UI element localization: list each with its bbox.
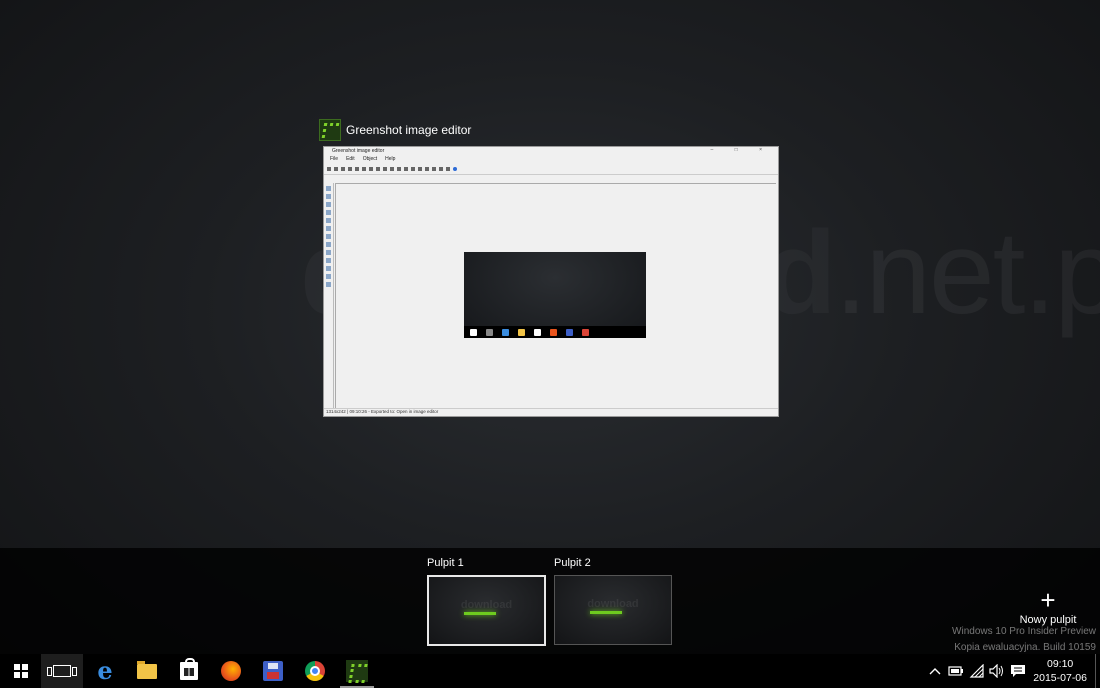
thumbnail-captured-screen — [464, 252, 646, 338]
thumbnail-window-controls: – □ × — [710, 147, 772, 153]
taskbar-chrome-button[interactable] — [294, 654, 336, 688]
desktop-preview-logo: download — [460, 599, 513, 611]
desktop-2-label: Pulpit 2 — [554, 557, 591, 569]
show-hidden-icons-button[interactable] — [926, 654, 944, 688]
show-desktop-button[interactable] — [1095, 654, 1100, 688]
desktop-2-preview[interactable]: download — [554, 575, 672, 645]
taskbar-edge-button[interactable]: e — [84, 654, 126, 688]
clock-time: 09:10 — [1047, 658, 1074, 670]
taskbar-greenshot-button[interactable] — [336, 654, 378, 688]
watermark-suffix: .net.pl — [834, 207, 1100, 339]
desktop-preview-logo: download — [587, 598, 639, 610]
action-center-icon — [1011, 665, 1025, 677]
windows-logo-icon — [14, 664, 28, 678]
volume-button[interactable] — [987, 654, 1007, 688]
thumbnail-title: Greenshot image editor — [332, 148, 385, 154]
desktop-preview-bar — [464, 612, 496, 615]
start-button[interactable] — [0, 654, 42, 688]
window-thumbnail[interactable]: Greenshot image editor – □ × File Edit O… — [323, 146, 779, 417]
taskbar-store-button[interactable] — [168, 654, 210, 688]
thumbnail-menu-help: Help — [385, 156, 396, 162]
thumbnail-menubar: File Edit Object Help — [324, 156, 778, 164]
network-button[interactable] — [967, 654, 987, 688]
thumbnail-statusbar: 1314x242 | 09:10:26 - Exported to: Open … — [324, 408, 778, 416]
thumbnail-titlebar: Greenshot image editor – □ × — [324, 147, 778, 156]
desktop-2[interactable]: Pulpit 2 download — [554, 557, 672, 645]
taskbar: e 09:10 2015-07-06 — [0, 654, 1100, 688]
wifi-icon — [969, 664, 984, 678]
greenshot-icon — [346, 660, 368, 682]
taskbar-firefox-button[interactable] — [210, 654, 252, 688]
plus-icon: + — [1040, 585, 1056, 615]
clock-date: 2015-07-06 — [1033, 672, 1087, 684]
task-view-button[interactable] — [41, 654, 83, 688]
store-icon — [180, 658, 198, 680]
floppy-icon — [263, 661, 283, 681]
thumbnail-tool-sidebar — [325, 183, 334, 413]
greenshot-icon — [319, 119, 341, 141]
chevron-up-icon — [929, 668, 941, 675]
new-desktop-button[interactable]: + Nowy pulpit — [1018, 585, 1078, 626]
window-card-title: Greenshot image editor — [346, 123, 472, 137]
firefox-icon — [221, 661, 241, 681]
task-view-icon — [47, 665, 77, 677]
desktop-1-preview[interactable]: download — [427, 575, 546, 646]
windows-build-watermark: Windows 10 Pro Insider Preview Kopia ewa… — [952, 624, 1096, 656]
folder-icon — [137, 660, 157, 679]
taskbar-file-explorer-button[interactable] — [126, 654, 168, 688]
desktop-1-label: Pulpit 1 — [427, 557, 464, 569]
thumbnail-menu-edit: Edit — [346, 156, 355, 162]
battery-icon — [948, 666, 963, 676]
edge-icon: e — [97, 656, 113, 685]
build-watermark-line1: Windows 10 Pro Insider Preview — [952, 626, 1096, 637]
desktop-preview-bar — [590, 611, 622, 614]
thumbnail-menu-object: Object — [362, 156, 378, 162]
thumbnail-menu-file: File — [330, 156, 339, 162]
chrome-icon — [305, 661, 325, 681]
window-card-title-row: Greenshot image editor — [319, 119, 778, 141]
taskbar-save-app-button[interactable] — [252, 654, 294, 688]
action-center-button[interactable] — [1008, 654, 1028, 688]
window-card-greenshot[interactable]: Greenshot image editor Greenshot image e… — [319, 119, 779, 417]
thumbnail-toolbar — [324, 164, 778, 175]
battery-button[interactable] — [946, 654, 966, 688]
desktop-1[interactable]: Pulpit 1 download — [427, 557, 546, 646]
virtual-desktops-strip: Pulpit 1 download Pulpit 2 download + No… — [0, 548, 1100, 654]
taskbar-clock[interactable]: 09:10 2015-07-06 — [1033, 657, 1087, 685]
volume-icon — [989, 664, 1003, 678]
